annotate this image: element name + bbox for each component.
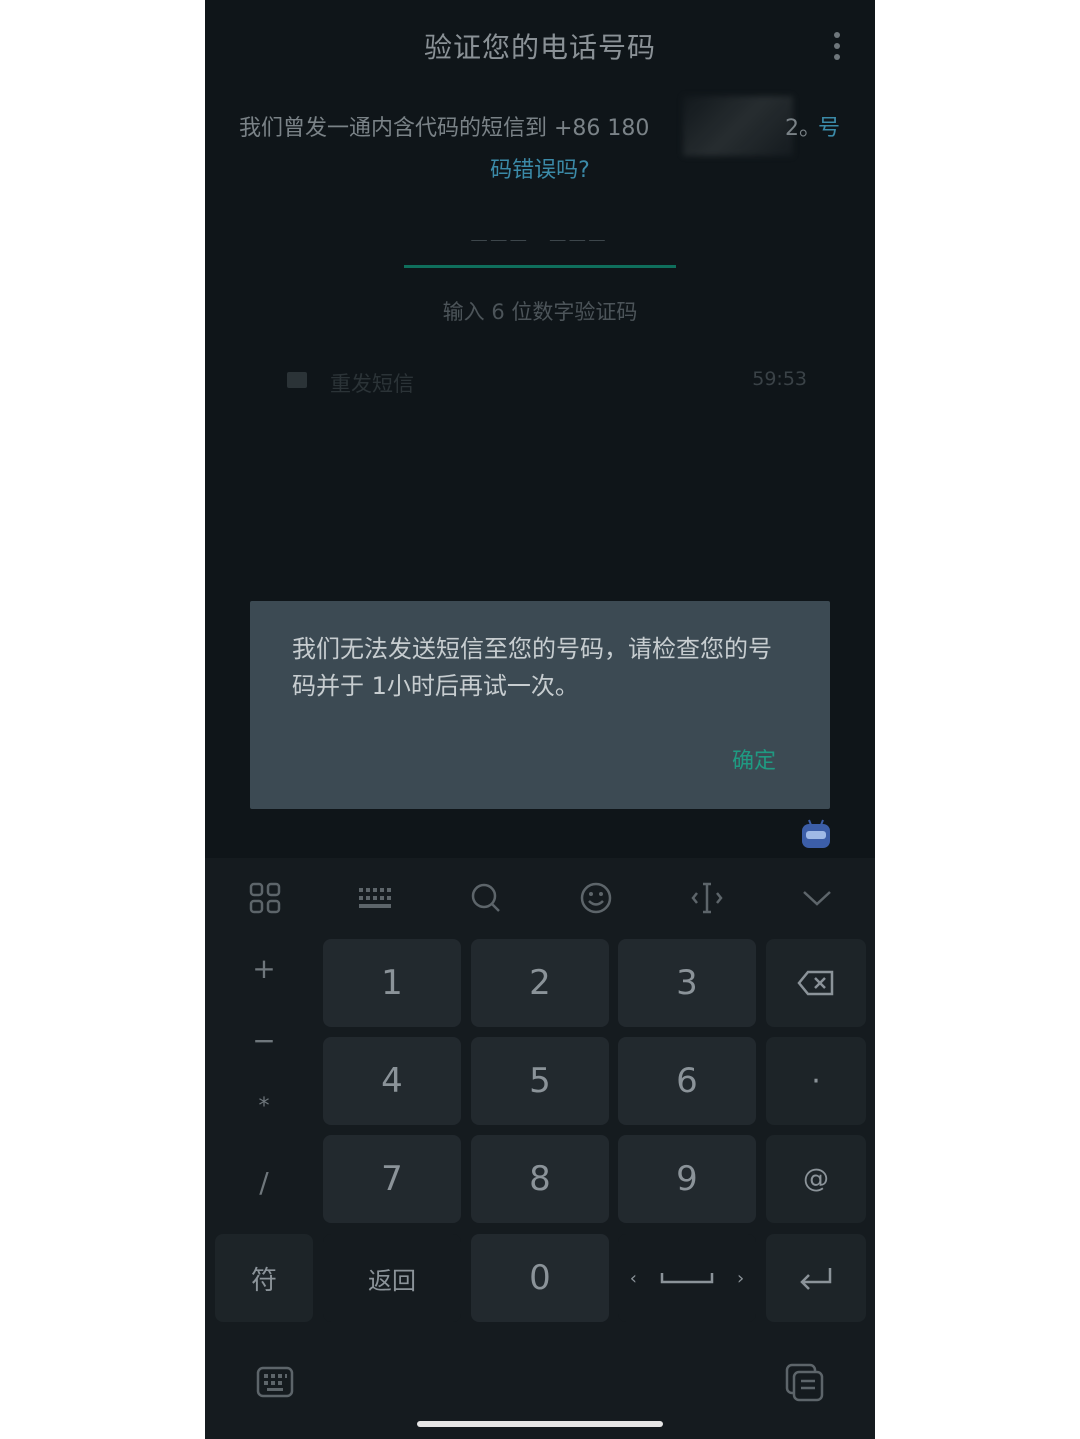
key-9[interactable]: 9 bbox=[618, 1135, 756, 1223]
emoji-icon[interactable] bbox=[576, 878, 616, 918]
key-plus[interactable]: + bbox=[214, 952, 314, 985]
key-2[interactable]: 2 bbox=[471, 939, 609, 1027]
key-3[interactable]: 3 bbox=[618, 939, 756, 1027]
backspace-icon bbox=[797, 970, 834, 996]
message-icon bbox=[287, 372, 307, 388]
resend-sms-label: 重发短信 bbox=[330, 372, 414, 396]
dialog-message: 我们无法发送短信至您的号码，请检查您的号码并于 1小时后再试一次。 bbox=[292, 635, 772, 700]
numeric-keyboard: + − * / 1 2 3 4 5 6 · 7 8 9 @ 符 返回 0 ‹ › bbox=[205, 858, 875, 1439]
key-6[interactable]: 6 bbox=[618, 1037, 756, 1125]
key-7[interactable]: 7 bbox=[323, 1135, 461, 1223]
key-4[interactable]: 4 bbox=[323, 1037, 461, 1125]
more-options-icon[interactable] bbox=[833, 32, 841, 62]
sms-sent-info: 我们曾发一通内含代码的短信到 +86 180 bbox=[239, 116, 650, 141]
home-indicator[interactable] bbox=[417, 1421, 663, 1427]
key-8[interactable]: 8 bbox=[471, 1135, 609, 1223]
key-0[interactable]: 0 bbox=[471, 1234, 609, 1322]
wrong-number-link[interactable]: 码错误吗? bbox=[205, 152, 875, 184]
space-key[interactable]: ‹ › bbox=[618, 1234, 756, 1322]
redacted-number bbox=[683, 96, 793, 156]
back-key[interactable]: 返回 bbox=[323, 1234, 461, 1322]
chevron-down-icon[interactable] bbox=[797, 878, 837, 918]
enter-key[interactable] bbox=[766, 1234, 866, 1322]
resend-sms-row[interactable]: 重发短信 59:53 bbox=[287, 366, 807, 398]
page-title: 验证您的电话号码 bbox=[423, 31, 656, 64]
sms-sent-info-tail: 2。 bbox=[785, 116, 821, 141]
phone-screen: 验证您的电话号码 我们曾发一通内含代码的短信到 +86 180 2。 号 码错误… bbox=[205, 0, 875, 1439]
key-at[interactable]: @ bbox=[766, 1135, 866, 1223]
key-asterisk[interactable]: * bbox=[214, 1094, 314, 1119]
cursor-left-arrow: ‹ bbox=[629, 1267, 637, 1289]
key-slash[interactable]: / bbox=[214, 1166, 314, 1199]
key-dot[interactable]: · bbox=[766, 1037, 866, 1125]
cursor-icon[interactable] bbox=[687, 878, 727, 918]
symbols-key[interactable]: 符 bbox=[215, 1234, 313, 1322]
keyboard-icon[interactable] bbox=[355, 878, 395, 918]
ok-button[interactable]: 确定 bbox=[732, 743, 776, 775]
key-1[interactable]: 1 bbox=[323, 939, 461, 1027]
key-minus[interactable]: − bbox=[214, 1024, 314, 1057]
resend-timer: 59:53 bbox=[752, 368, 807, 390]
keyboard-switch-icon[interactable] bbox=[255, 1362, 295, 1402]
code-input[interactable]: ___ ___ bbox=[404, 212, 676, 242]
code-hint: 输入 6 位数字验证码 bbox=[442, 300, 638, 324]
enter-icon bbox=[800, 1268, 832, 1290]
backspace-key[interactable] bbox=[766, 939, 866, 1027]
space-bar-icon bbox=[660, 1273, 714, 1284]
code-input-underline bbox=[404, 265, 676, 268]
grid-icon[interactable] bbox=[245, 878, 285, 918]
clipboard-icon[interactable] bbox=[784, 1362, 826, 1402]
key-5[interactable]: 5 bbox=[471, 1037, 609, 1125]
search-icon[interactable] bbox=[466, 878, 506, 918]
ime-mascot-icon[interactable] bbox=[799, 818, 833, 852]
cursor-right-arrow: › bbox=[737, 1267, 745, 1289]
wrong-number-link[interactable]: 号 bbox=[818, 110, 840, 142]
error-dialog: 我们无法发送短信至您的号码，请检查您的号码并于 1小时后再试一次。 确定 bbox=[250, 601, 830, 809]
